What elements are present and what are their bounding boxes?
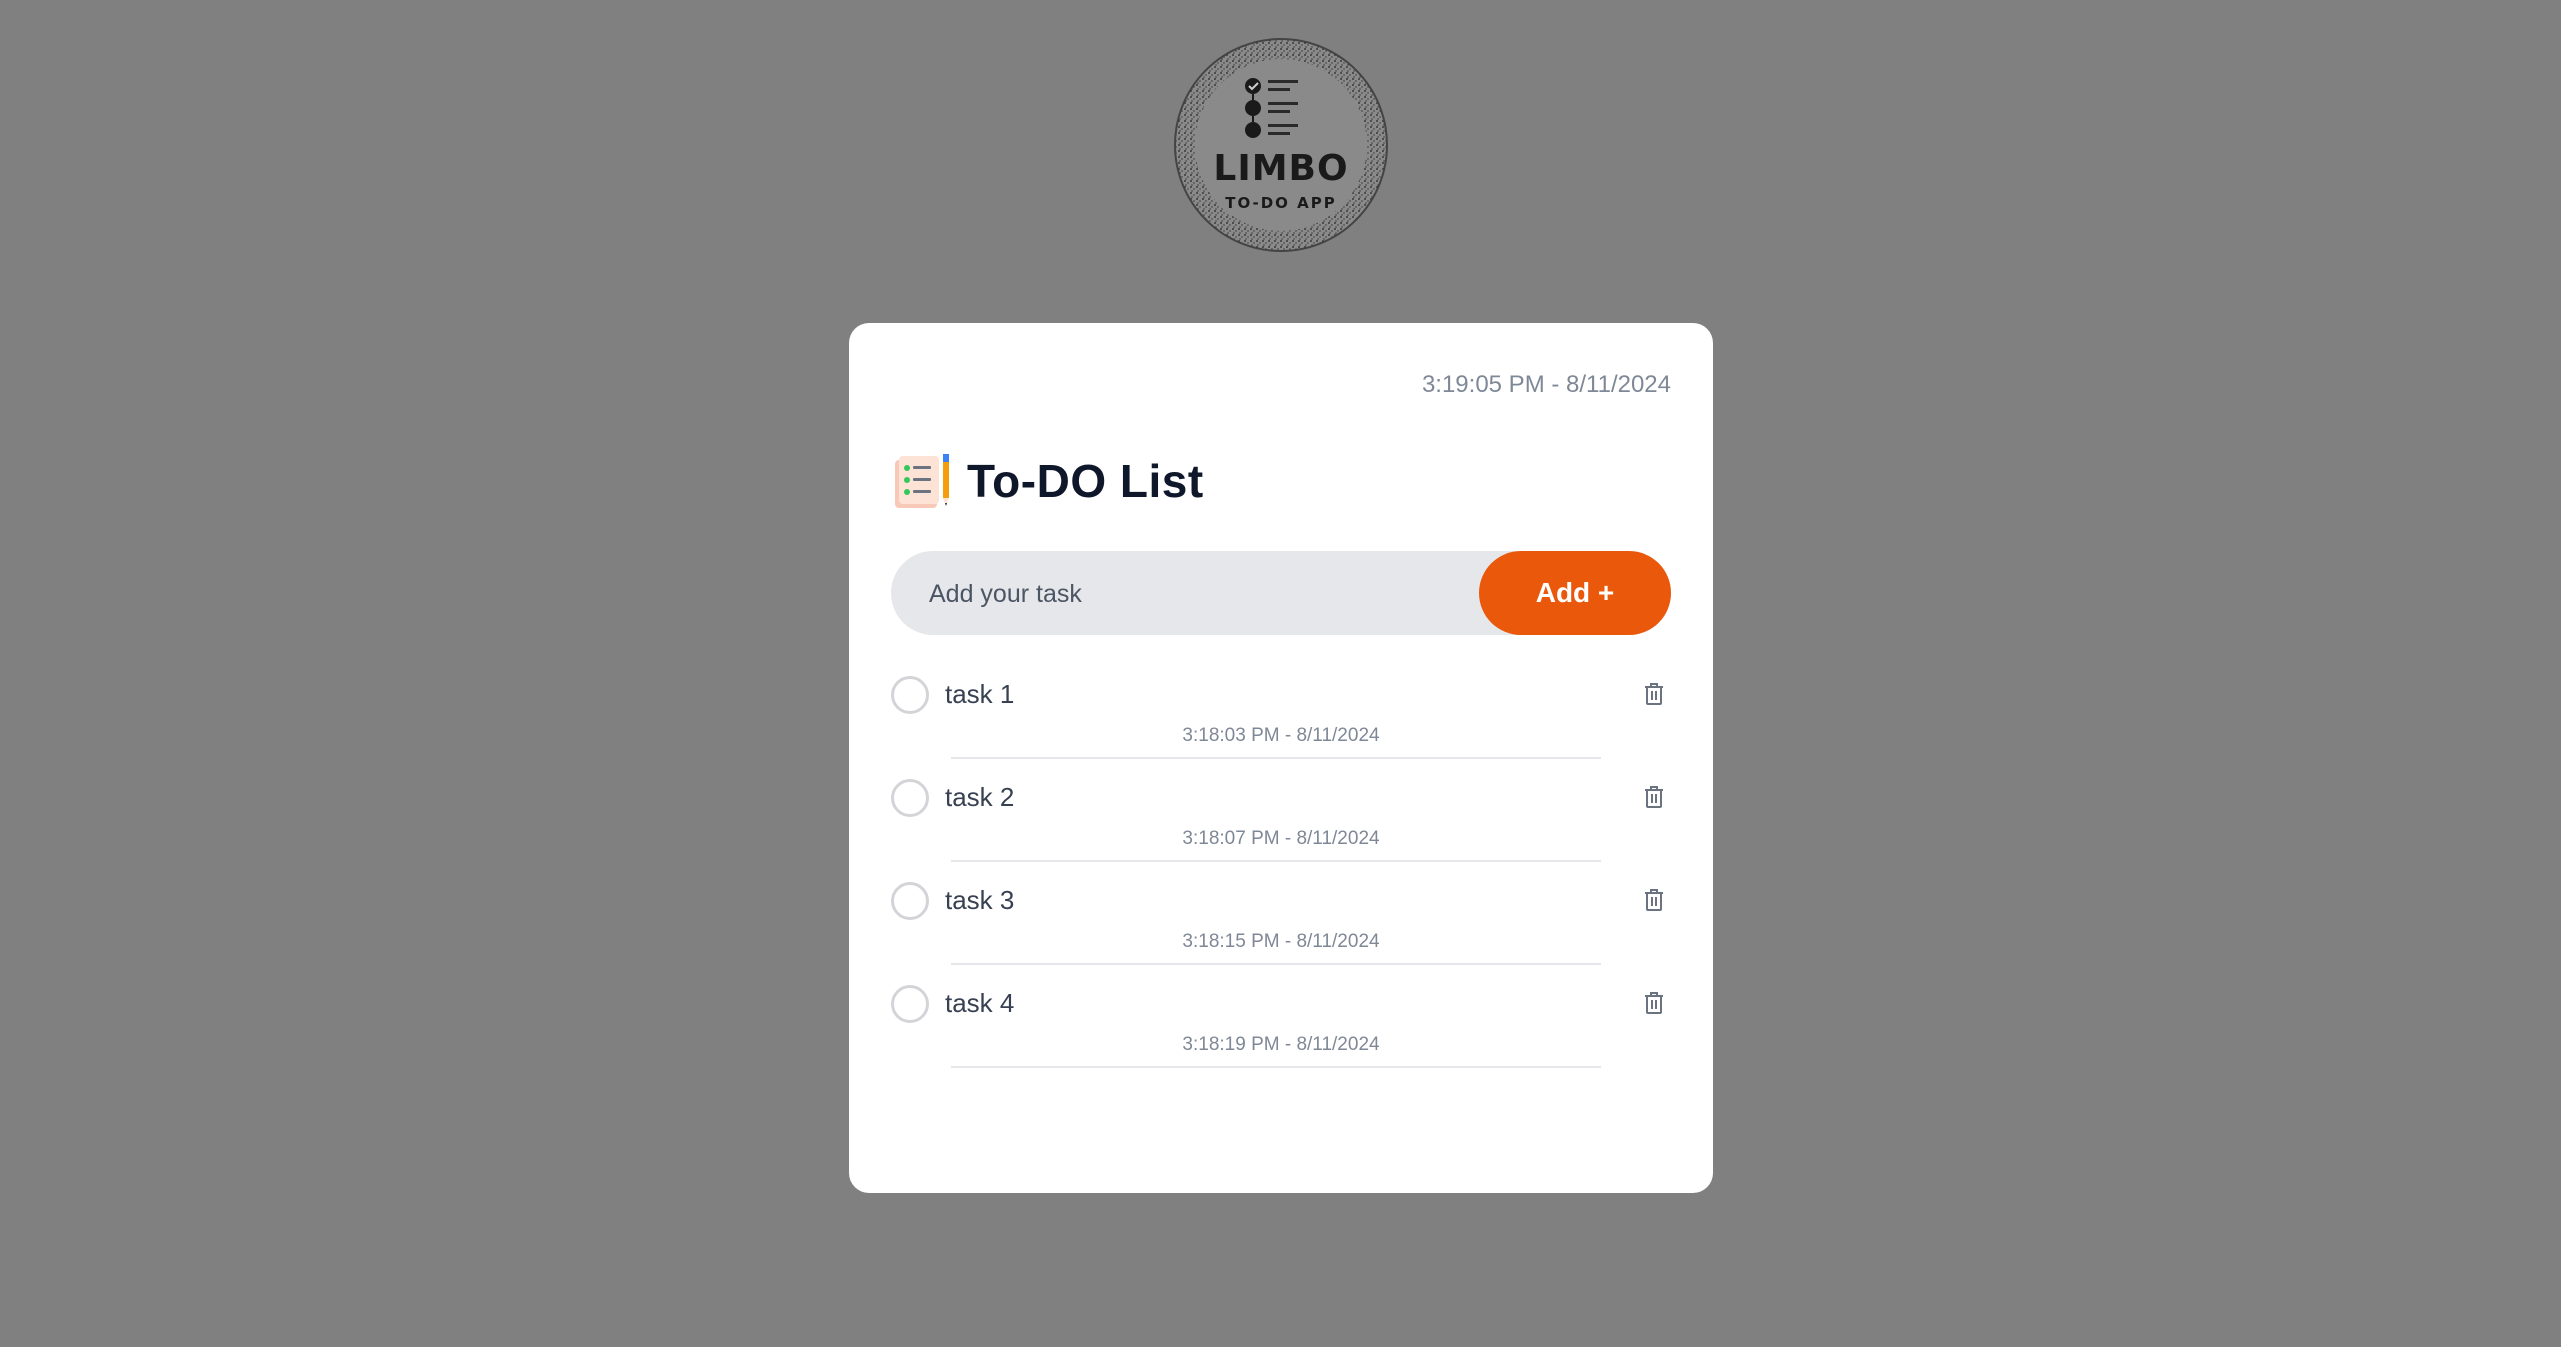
- task-label[interactable]: task 4: [945, 988, 1014, 1019]
- task-divider: [951, 757, 1601, 759]
- checklist-notepad-pencil-icon: [895, 454, 949, 508]
- task-input[interactable]: [927, 551, 1461, 637]
- add-task-bar: Add +: [891, 551, 1671, 637]
- trash-icon[interactable]: [1637, 986, 1671, 1020]
- task-item: task 4 3:18:19 PM - 8/11/2024: [891, 984, 1671, 1087]
- task-item: task 3 3:18:15 PM - 8/11/2024: [891, 881, 1671, 984]
- unchecked-circle-icon[interactable]: [891, 779, 929, 817]
- title-row: To-DO List: [891, 449, 1204, 513]
- app-logo: LIMBO TO-DO APP: [1166, 30, 1396, 260]
- trash-icon[interactable]: [1637, 677, 1671, 711]
- task-divider: [951, 1066, 1601, 1068]
- todo-card: 3:19:05 PM - 8/11/2024 To-DO List Add + …: [849, 323, 1713, 1193]
- unchecked-circle-icon[interactable]: [891, 985, 929, 1023]
- task-timestamp: 3:18:03 PM - 8/11/2024: [1182, 725, 1380, 746]
- page-title: To-DO List: [967, 455, 1204, 507]
- current-time: 3:19:05 PM - 8/11/2024: [1421, 371, 1671, 398]
- trash-icon[interactable]: [1637, 883, 1671, 917]
- task-item: task 2 3:18:07 PM - 8/11/2024: [891, 778, 1671, 881]
- limbo-logo-icon: [1174, 38, 1388, 252]
- task-timestamp: 3:18:07 PM - 8/11/2024: [1182, 828, 1380, 849]
- task-divider: [951, 860, 1601, 862]
- task-timestamp: 3:18:15 PM - 8/11/2024: [1182, 931, 1380, 952]
- logo-brand-text: LIMBO: [1213, 148, 1349, 189]
- task-label[interactable]: task 3: [945, 885, 1014, 916]
- add-task-button[interactable]: Add +: [1479, 551, 1671, 635]
- trash-icon[interactable]: [1637, 780, 1671, 814]
- task-timestamp: 3:18:19 PM - 8/11/2024: [1182, 1034, 1380, 1055]
- logo-tagline-text: TO-DO APP: [1225, 194, 1337, 212]
- unchecked-circle-icon[interactable]: [891, 676, 929, 714]
- task-divider: [951, 963, 1601, 965]
- task-label[interactable]: task 1: [945, 679, 1014, 710]
- unchecked-circle-icon[interactable]: [891, 882, 929, 920]
- task-label[interactable]: task 2: [945, 782, 1014, 813]
- task-item: task 1 3:18:03 PM - 8/11/2024: [891, 675, 1671, 778]
- task-list: task 1 3:18:03 PM - 8/11/2024 task 2 3:1…: [891, 675, 1671, 1087]
